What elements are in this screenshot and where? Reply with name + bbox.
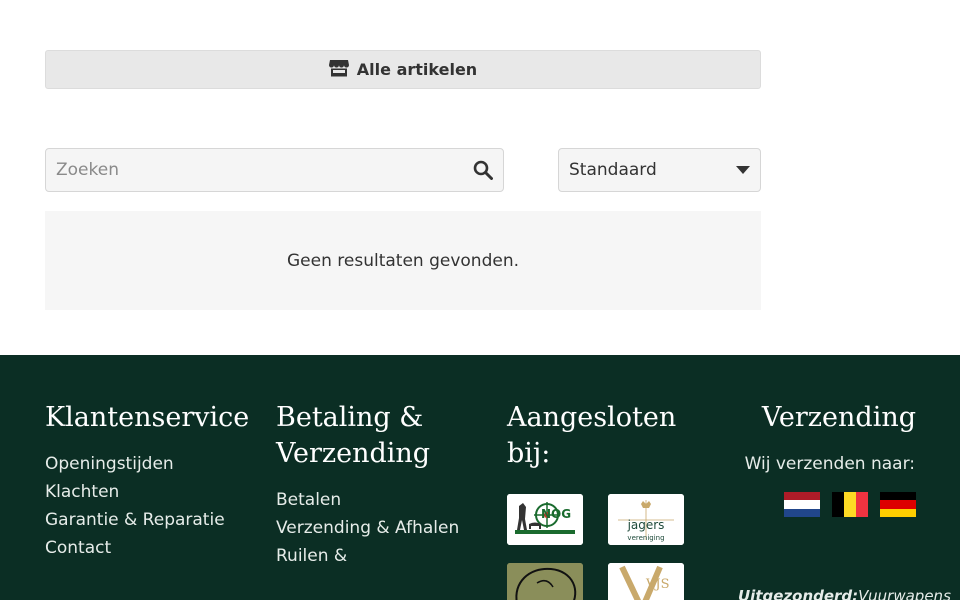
exception-text: Vuurwapens [858, 587, 951, 600]
footer-link-openingstijden[interactable]: Openingstijden [45, 450, 270, 478]
jagers-logo-text: jagers [627, 518, 665, 532]
footer-link-betalen[interactable]: Betalen [276, 486, 496, 514]
footer-link-klachten[interactable]: Klachten [45, 478, 270, 506]
search-icon[interactable] [463, 160, 503, 180]
nog-logo[interactable]: NOG [507, 494, 583, 545]
results-panel: Geen resultaten gevonden. [45, 211, 761, 310]
vjs-logo[interactable]: VJS [608, 563, 684, 600]
vereniging-logo-text: vereniging [627, 534, 665, 542]
hunter-badge-logo[interactable] [507, 563, 583, 600]
exception-label: Uitgezonderd: [738, 587, 859, 600]
all-articles-label: Alle artikelen [356, 60, 478, 79]
shipping-title: Verzending [761, 402, 916, 433]
payment-title: Betaling & Verzending [276, 402, 431, 469]
footer-payment: Betaling & Verzending Betalen Verzending… [276, 355, 496, 570]
search-box [45, 148, 504, 192]
all-articles-button[interactable]: Alle artikelen [45, 50, 761, 89]
affiliated-title: Aangesloten bij: [507, 402, 677, 469]
netherlands-flag [784, 492, 820, 517]
chevron-down-icon [736, 166, 750, 174]
footer: Klantenservice Openingstijden Klachten G… [0, 355, 960, 600]
shipping-text: Wij verzenden naar: [744, 454, 915, 474]
sort-selected-value: Standaard [569, 160, 657, 180]
nog-logo-text: NOG [541, 507, 572, 521]
footer-customer-service: Klantenservice Openingstijden Klachten G… [45, 355, 270, 562]
jagersvereniging-logo[interactable]: jagers vereniging [608, 494, 684, 545]
sort-select[interactable]: Standaard [558, 148, 761, 192]
footer-link-verzending[interactable]: Verzending & Afhalen [276, 514, 496, 542]
footer-link-ruilen[interactable]: Ruilen & [276, 542, 496, 570]
store-icon [328, 59, 349, 81]
no-results-message: Geen resultaten gevonden. [287, 250, 519, 271]
search-input[interactable] [46, 149, 463, 191]
footer-affiliated: Aangesloten bij: NOG jagers vereniging V… [507, 355, 707, 600]
belgium-flag [832, 492, 868, 517]
germany-flag [880, 492, 916, 517]
footer-shipping: Verzending Wij verzenden naar: [736, 355, 916, 517]
footer-link-garantie[interactable]: Garantie & Reparatie [45, 506, 270, 534]
customer-service-title: Klantenservice [45, 402, 250, 433]
shipping-exception: Uitgezonderd:Vuurwapens [738, 587, 960, 600]
footer-link-contact[interactable]: Contact [45, 534, 270, 562]
vjs-logo-text: VJS [646, 577, 670, 592]
shipping-flags [736, 492, 916, 517]
